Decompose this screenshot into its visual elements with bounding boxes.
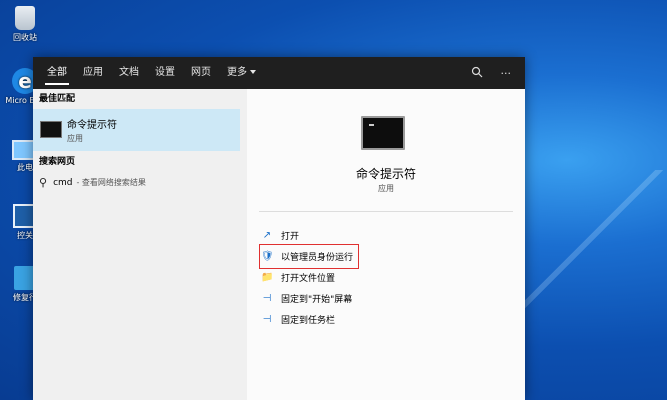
- search-web-header: 搜索网页: [39, 157, 76, 167]
- command-prompt-large-icon: [361, 116, 405, 150]
- open-file-location-action[interactable]: 📁 打开文件位置: [261, 267, 357, 288]
- open-icon: ↗: [262, 230, 272, 241]
- command-prompt-icon: [40, 121, 62, 138]
- open-label: 打开: [281, 232, 300, 242]
- best-match-subtitle: 应用: [67, 134, 83, 143]
- desktop-icon-recycle-bin[interactable]: 回收站: [4, 6, 46, 43]
- tab-apps[interactable]: 应用: [75, 57, 111, 89]
- feedback-icon[interactable]: [471, 66, 483, 81]
- open-action[interactable]: ↗ 打开: [261, 225, 357, 246]
- open-file-location-label: 打开文件位置: [281, 274, 336, 284]
- run-as-admin-label: 以管理员身份运行: [281, 253, 354, 263]
- best-match-item[interactable]: 命令提示符 应用: [33, 109, 240, 151]
- preview-pane: 命令提示符 应用 ↗ 打开 🛡 以管理员身份运行 📁 打开文件位置 ⊣ 固定到"…: [247, 89, 525, 400]
- folder-icon: 📁: [261, 272, 274, 283]
- pin-to-taskbar-action[interactable]: ⊣ 固定到任务栏: [261, 309, 357, 330]
- best-match-header: 最佳匹配: [39, 94, 76, 104]
- tab-settings[interactable]: 设置: [147, 57, 183, 89]
- results-list: 最佳匹配 命令提示符 应用 搜索网页 ⚲ cmd - 查看网络搜索结果: [33, 89, 247, 400]
- chevron-down-icon: [250, 70, 256, 74]
- more-options-icon[interactable]: ···: [501, 67, 512, 80]
- pin-icon: ⊣: [262, 293, 272, 304]
- desktop-icon-label: 回收站: [13, 33, 37, 42]
- tab-documents[interactable]: 文档: [111, 57, 147, 89]
- preview-subtitle: 应用: [378, 184, 394, 193]
- action-list: ↗ 打开 🛡 以管理员身份运行 📁 打开文件位置 ⊣ 固定到"开始"屏幕 ⊣ 固…: [258, 225, 360, 330]
- divider: [259, 211, 513, 212]
- shield-icon: 🛡: [261, 251, 274, 262]
- pin-icon: ⊣: [262, 314, 272, 325]
- pin-to-taskbar-label: 固定到任务栏: [281, 316, 336, 326]
- pin-to-start-label: 固定到"开始"屏幕: [281, 295, 353, 305]
- tab-web[interactable]: 网页: [183, 57, 219, 89]
- web-search-query: cmd: [53, 178, 73, 188]
- recycle-bin-icon: [15, 6, 35, 30]
- preview-title: 命令提示符: [355, 167, 416, 181]
- search-filter-bar: 全部 应用 文档 设置 网页 更多 ···: [33, 57, 525, 89]
- tab-all[interactable]: 全部: [39, 57, 75, 89]
- pin-to-start-action[interactable]: ⊣ 固定到"开始"屏幕: [261, 288, 357, 309]
- start-search-panel: 全部 应用 文档 设置 网页 更多 ··· 最佳匹配 命令提示符 应用 搜索网页…: [33, 57, 525, 400]
- tab-more[interactable]: 更多: [219, 57, 264, 89]
- web-search-sub: - 查看网络搜索结果: [76, 178, 146, 187]
- tab-more-label: 更多: [227, 67, 247, 78]
- web-search-item[interactable]: ⚲ cmd - 查看网络搜索结果: [33, 172, 247, 194]
- run-as-admin-action[interactable]: 🛡 以管理员身份运行: [258, 244, 360, 269]
- search-icon: ⚲: [39, 176, 48, 189]
- best-match-title: 命令提示符: [67, 120, 117, 131]
